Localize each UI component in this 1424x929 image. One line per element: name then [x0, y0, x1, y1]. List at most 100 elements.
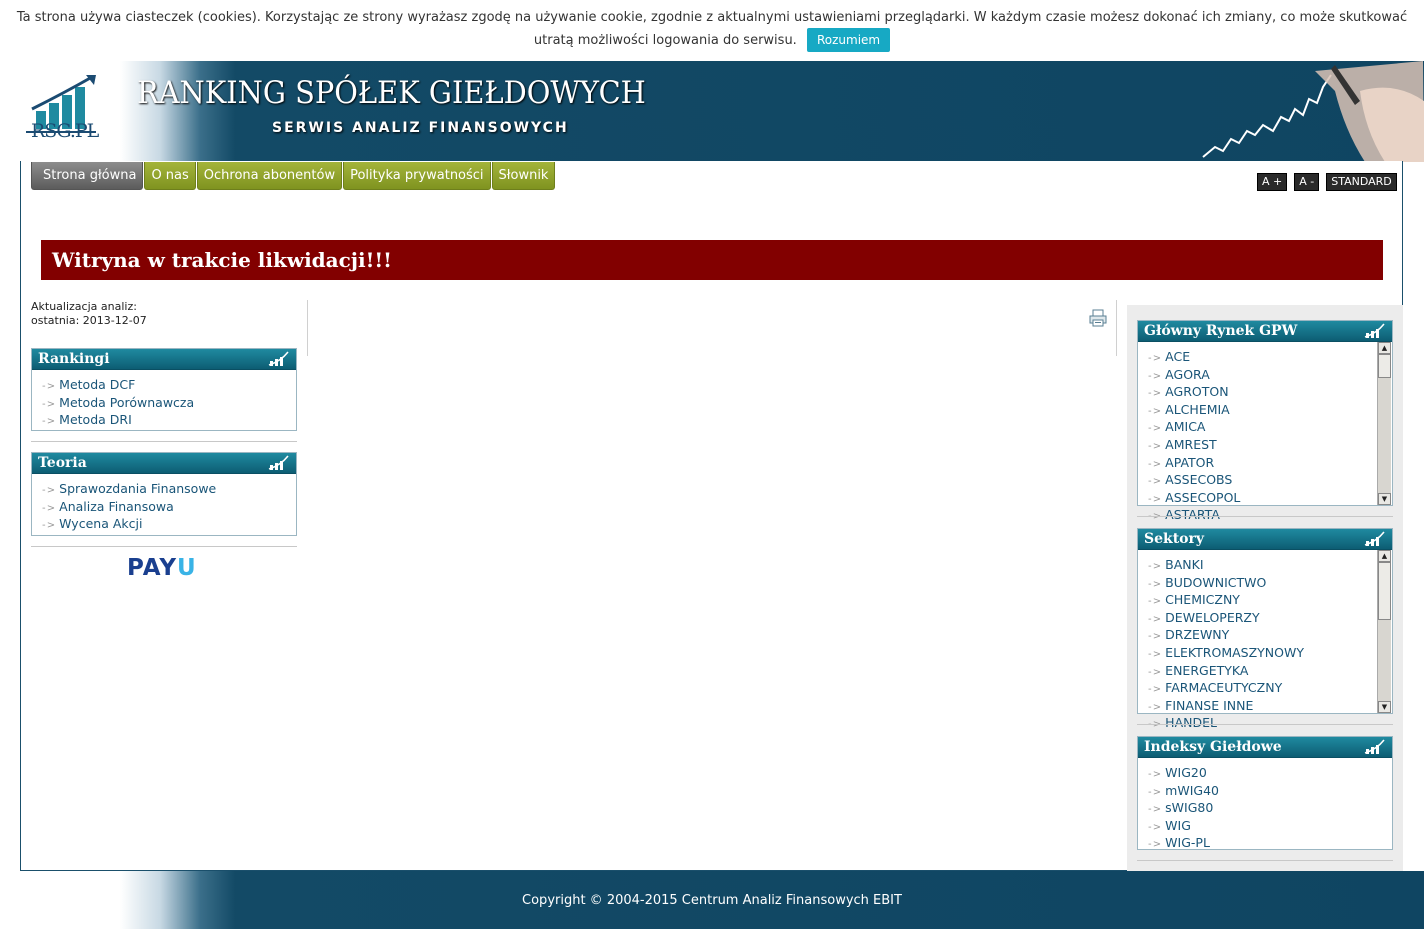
theory-box: Teoria - > Sprawozdania Finansowe - > Anal…: [31, 452, 297, 536]
nav-item-subscriber-protection[interactable]: Ochrona abonentów: [196, 162, 343, 190]
divider: [1137, 516, 1393, 517]
list-item[interactable]: - > mWIG40: [1148, 783, 1392, 801]
scroll-up-icon[interactable]: ▲: [1378, 342, 1391, 354]
chart-arrow-icon: [1364, 323, 1385, 338]
payu-logo[interactable]: PAYU: [127, 555, 197, 581]
arrow-icon: - >: [42, 416, 55, 428]
chart-arrow-icon: [268, 455, 289, 470]
font-size-controls: A + A - STANDARD: [1257, 173, 1397, 191]
arrow-icon: - >: [1148, 423, 1161, 435]
list-item[interactable]: - > APATOR: [1148, 455, 1392, 473]
update-date: ostatnia: 2013-12-07: [31, 314, 147, 327]
arrow-icon: - >: [1148, 786, 1161, 798]
list-item[interactable]: - > FINANSE INNE: [1148, 698, 1392, 716]
list-item[interactable]: - > ENERGETYKA: [1148, 663, 1392, 681]
arrow-icon: - >: [1148, 701, 1161, 713]
list-item[interactable]: - > WIG20: [1148, 765, 1392, 783]
font-increase-button[interactable]: A +: [1257, 173, 1288, 191]
pen-chart-decoration-icon: [1202, 61, 1424, 162]
rankings-list: - > Metoda DCF - > Metoda Porównawcza - > M…: [32, 370, 296, 430]
arrow-icon: - >: [42, 485, 55, 496]
list-item[interactable]: - > ASSECOPOL: [1148, 490, 1392, 508]
list-item[interactable]: - > CHEMICZNY: [1148, 592, 1392, 610]
update-info: Aktualizacja analiz: ostatnia: 2013-12-0…: [31, 300, 147, 328]
main-nav: Strona główna O nas Ochrona abonentów Po…: [31, 162, 556, 190]
list-item[interactable]: - > AGORA: [1148, 367, 1392, 385]
list-item[interactable]: - > Sprawozdania Finansowe: [42, 481, 296, 499]
list-item[interactable]: - > WIG: [1148, 818, 1392, 836]
nav-item-about[interactable]: O nas: [144, 162, 196, 190]
arrow-icon: - >: [1148, 578, 1161, 590]
list-item[interactable]: - > ASSECOBS: [1148, 472, 1392, 490]
arrow-icon: - >: [1148, 648, 1161, 660]
arrow-icon: - >: [42, 520, 55, 532]
indices-box: Indeksy Giełdowe - > WIG20 - > mWIG40 - > s…: [1137, 736, 1393, 850]
list-item[interactable]: - > Metoda DCF: [42, 377, 296, 395]
arrow-icon: - >: [1148, 405, 1161, 417]
list-item[interactable]: - > DRZEWNY: [1148, 627, 1392, 645]
arrow-icon: - >: [1148, 493, 1161, 505]
arrow-icon: - >: [1148, 666, 1161, 678]
rankings-box: Rankingi - > Metoda DCF - > Metoda Porówna…: [31, 348, 297, 431]
scroll-thumb[interactable]: [1378, 354, 1391, 378]
list-item[interactable]: - > sWIG80: [1148, 800, 1392, 818]
print-icon[interactable]: [1089, 309, 1107, 327]
list-item[interactable]: - > BUDOWNICTWO: [1148, 575, 1392, 593]
sectors-scrollbar[interactable]: ▲ ▼: [1377, 550, 1391, 713]
arrow-icon: - >: [1148, 353, 1161, 364]
main-market-scrollbar[interactable]: ▲ ▼: [1377, 342, 1391, 505]
arrow-icon: - >: [1148, 370, 1161, 382]
divider: [1137, 860, 1393, 861]
chart-arrow-icon: [1364, 739, 1385, 754]
sectors-title: Sektory: [1144, 531, 1205, 547]
list-item[interactable]: - > ALCHEMIA: [1148, 402, 1392, 420]
list-item[interactable]: - > BANKI: [1148, 557, 1392, 575]
theory-header: Teoria: [32, 453, 296, 474]
nav-item-privacy-policy[interactable]: Polityka prywatności: [343, 162, 491, 190]
cookie-text: Ta strona używa ciasteczek (cookies). Ko…: [16, 10, 1408, 48]
arrow-icon: - >: [1148, 613, 1161, 625]
scroll-thumb[interactable]: [1378, 562, 1391, 620]
list-item[interactable]: - > FARMACEUTYCZNY: [1148, 680, 1392, 698]
arrow-icon: - >: [42, 398, 55, 410]
arrow-icon: - >: [1148, 476, 1161, 488]
list-item[interactable]: - > Metoda Porównawcza: [42, 395, 296, 413]
theory-list: - > Sprawozdania Finansowe - > Analiza Fin…: [32, 474, 296, 534]
nav-item-home[interactable]: Strona główna: [31, 162, 144, 190]
sectors-list: - > BANKI - > BUDOWNICTWO - > CHEMICZNY - >…: [1138, 550, 1392, 733]
list-item[interactable]: - > ACE: [1148, 349, 1392, 367]
divider: [31, 546, 297, 547]
column-divider: [307, 300, 308, 356]
arrow-icon: - >: [42, 502, 55, 514]
list-item[interactable]: - > Analiza Finansowa: [42, 499, 296, 517]
cookie-accept-button[interactable]: Rozumiem: [806, 28, 891, 52]
list-item[interactable]: - > Wycena Akcji: [42, 516, 296, 534]
list-item[interactable]: - > WIG-PL: [1148, 835, 1392, 853]
scroll-up-icon[interactable]: ▲: [1378, 550, 1391, 562]
arrow-icon: - >: [1148, 561, 1161, 572]
rankings-header: Rankingi: [32, 349, 296, 370]
list-item[interactable]: - > ELEKTROMASZYNOWY: [1148, 645, 1392, 663]
list-item[interactable]: - > AMREST: [1148, 437, 1392, 455]
arrow-icon: - >: [1148, 804, 1161, 816]
divider: [31, 441, 297, 442]
column-divider: [1116, 300, 1117, 356]
arrow-icon: - >: [1148, 458, 1161, 470]
list-item[interactable]: - > AGROTON: [1148, 384, 1392, 402]
list-item[interactable]: - > Metoda DRI: [42, 412, 296, 430]
logo-text: RSG.PL: [31, 120, 99, 142]
list-item[interactable]: - > DEWELOPERZY: [1148, 610, 1392, 628]
nav-item-glossary[interactable]: Słownik: [491, 162, 556, 190]
site-subtitle: SERWIS ANALIZ FINANSOWYCH: [272, 120, 569, 136]
main-market-title: Główny Rynek GPW: [1144, 323, 1298, 339]
font-decrease-button[interactable]: A -: [1294, 173, 1320, 191]
list-item[interactable]: - > AMICA: [1148, 419, 1392, 437]
font-standard-button[interactable]: STANDARD: [1326, 173, 1397, 191]
sectors-header: Sektory: [1138, 529, 1392, 550]
copyright-text: Copyright © 2004-2015 Centrum Analiz Fin…: [522, 893, 902, 908]
scroll-down-icon[interactable]: ▼: [1378, 701, 1391, 713]
indices-list: - > WIG20 - > mWIG40 - > sWIG80 - > WIG - > W…: [1138, 758, 1392, 853]
site-title: RANKING SPÓŁEK GIEŁDOWYCH: [137, 75, 646, 111]
scroll-down-icon[interactable]: ▼: [1378, 493, 1391, 505]
arrow-icon: - >: [1148, 769, 1161, 780]
